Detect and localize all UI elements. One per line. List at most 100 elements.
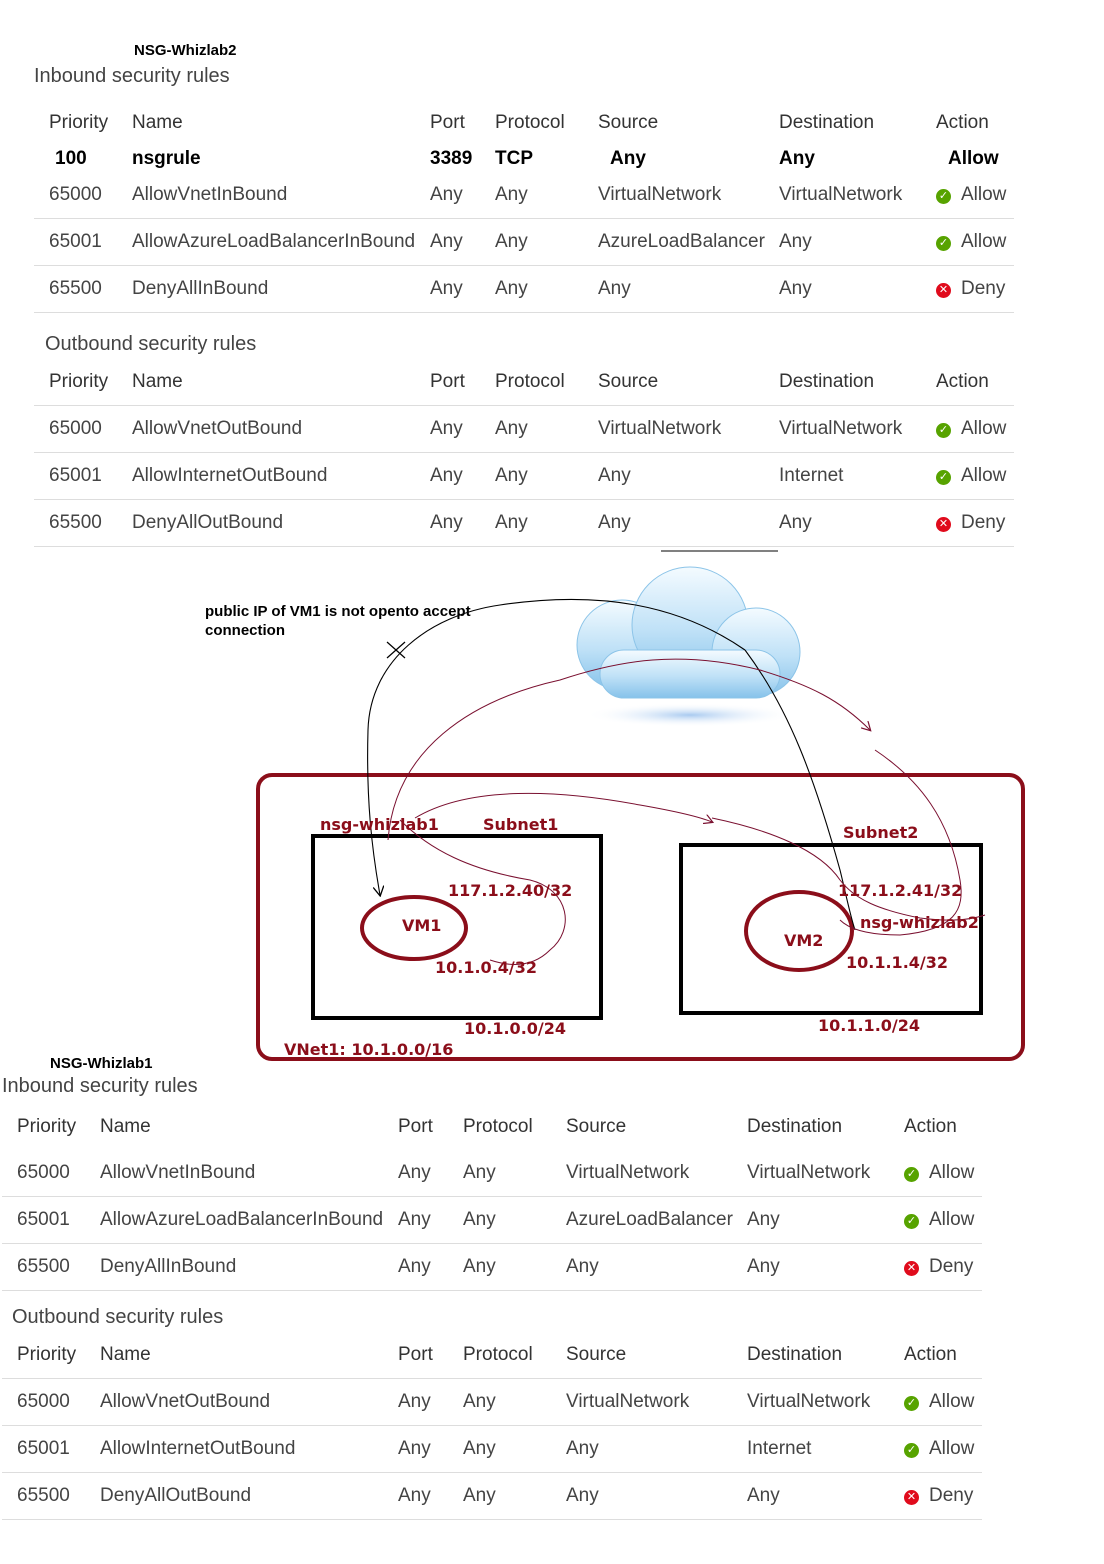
- rule-port: Any: [398, 1196, 463, 1244]
- rule-priority: 65001: [2, 1425, 100, 1473]
- check-circle-icon: ✓: [904, 1214, 919, 1229]
- rule-source: VirtualNetwork: [598, 405, 779, 453]
- subnet2-cidr: 10.1.1.0/24: [818, 1016, 921, 1035]
- bottom-inbound-title: Inbound security rules: [2, 1075, 198, 1097]
- rule-priority: 65001: [34, 452, 132, 500]
- col-protocol: Protocol: [463, 1116, 533, 1137]
- rule-action: ✓ Allow: [936, 172, 1014, 219]
- blocked-x-icon: [386, 641, 406, 659]
- table-row[interactable]: 65500 DenyAllOutBound Any Any Any Any ✕ Deny: [2, 1472, 982, 1520]
- check-circle-icon: ✓: [936, 423, 951, 438]
- nsg1-label: nsg-whizlab1: [320, 815, 439, 834]
- table-row[interactable]: 65000 AllowVnetOutBound Any Any VirtualNetwo…: [34, 405, 1014, 453]
- action-label: Deny: [929, 1485, 974, 1506]
- action-label: Allow: [961, 418, 1007, 439]
- vm1-public-ip: 117.1.2.40/32: [448, 881, 573, 900]
- rule-source: AzureLoadBalancer: [598, 218, 779, 266]
- action-label: Allow: [929, 1391, 975, 1412]
- action-label: Allow: [929, 1209, 975, 1230]
- action-label: Deny: [961, 512, 1006, 533]
- vm2-label: VM2: [784, 931, 824, 950]
- table-header-row: Priority Name Port Protocol Source Desti…: [34, 359, 1014, 406]
- table-row[interactable]: 65000 AllowVnetOutBound Any Any VirtualNetwo…: [2, 1378, 982, 1426]
- col-priority: Priority: [17, 1116, 77, 1137]
- rule-protocol: Any: [495, 265, 598, 313]
- rule-name: AllowInternetOutBound: [100, 1425, 398, 1473]
- rule-source: VirtualNetwork: [566, 1150, 747, 1197]
- x-circle-icon: ✕: [936, 283, 951, 298]
- rule-destination: Any: [779, 499, 936, 547]
- table-row[interactable]: 65000 AllowVnetInBound Any Any VirtualNetwor…: [2, 1150, 982, 1197]
- rule-priority: 65001: [34, 218, 132, 266]
- rule-destination: VirtualNetwork: [747, 1150, 904, 1197]
- rule-name: DenyAllInBound: [100, 1243, 398, 1291]
- table-row[interactable]: 65001 AllowInternetOutBound Any Any Any Inter…: [34, 452, 1014, 500]
- vnet-label: VNet1: 10.1.0.0/16: [284, 1040, 454, 1059]
- rule-destination: VirtualNetwork: [779, 405, 936, 453]
- nsg2-label: nsg-whizlab2: [860, 913, 979, 932]
- rule-action: ✓ Allow: [936, 218, 1014, 266]
- table-row[interactable]: 65500 DenyAllOutBound Any Any Any Any ✕ Deny: [34, 499, 1014, 547]
- top-outbound-table: Priority Name Port Protocol Source Desti…: [34, 359, 1014, 547]
- check-circle-icon: ✓: [936, 470, 951, 485]
- top-inbound-table: Priority Name Port Protocol Source Desti…: [34, 100, 1014, 313]
- rule-destination: Any: [779, 218, 936, 266]
- action-label: Deny: [961, 278, 1006, 299]
- check-circle-icon: ✓: [904, 1443, 919, 1458]
- rule-source: Any: [598, 499, 779, 547]
- blocked-note: public IP of VM1 is not opento accept co…: [205, 603, 471, 639]
- table-header-row: Priority Name Port Protocol Source Desti…: [2, 1332, 982, 1379]
- rule-priority: 65001: [2, 1196, 100, 1244]
- rule-protocol: TCP: [495, 148, 533, 169]
- col-action: Action: [936, 112, 989, 133]
- col-destination: Destination: [747, 1332, 904, 1379]
- rule-name: DenyAllOutBound: [100, 1472, 398, 1520]
- col-name: Name: [132, 112, 183, 133]
- rule-name: nsgrule: [132, 148, 201, 169]
- table-row[interactable]: 65000 AllowVnetInBound Any Any VirtualNetwor…: [34, 172, 1014, 219]
- rule-protocol: Any: [495, 499, 598, 547]
- rule-port: Any: [430, 452, 495, 500]
- custom-rule-row[interactable]: 100 nsgrule 3389 TCP Any Any Allow: [34, 146, 1014, 172]
- rule-name: AllowVnetOutBound: [100, 1378, 398, 1426]
- check-circle-icon: ✓: [904, 1167, 919, 1182]
- col-port: Port: [398, 1332, 463, 1379]
- table-row[interactable]: 65500 DenyAllInBound Any Any Any Any ✕ Deny: [2, 1243, 982, 1291]
- cloud-icon: [576, 566, 801, 727]
- rule-protocol: Any: [495, 172, 598, 219]
- table-row[interactable]: 65001 AllowAzureLoadBalancerInBound Any Any…: [34, 218, 1014, 266]
- col-destination: Destination: [779, 112, 875, 133]
- col-source: Source: [598, 112, 659, 133]
- rule-port: Any: [430, 218, 495, 266]
- col-action: Action: [904, 1332, 982, 1379]
- vm1-label: VM1: [402, 916, 442, 935]
- rule-priority: 65000: [2, 1378, 100, 1426]
- x-circle-icon: ✕: [936, 517, 951, 532]
- rule-name: DenyAllInBound: [132, 265, 430, 313]
- rule-port: Any: [430, 405, 495, 453]
- col-protocol: Protocol: [495, 359, 598, 406]
- rule-action: ✓ Allow: [936, 452, 1014, 500]
- col-port: Port: [430, 359, 495, 406]
- action-label: Allow: [961, 184, 1007, 205]
- table-row[interactable]: 65001 AllowAzureLoadBalancerInBound Any Any…: [2, 1196, 982, 1244]
- rule-action: Allow: [948, 148, 999, 169]
- col-name: Name: [100, 1116, 151, 1137]
- col-protocol: Protocol: [495, 112, 565, 133]
- col-destination: Destination: [779, 359, 936, 406]
- rule-source: Any: [566, 1243, 747, 1291]
- rule-priority: 100: [55, 148, 87, 169]
- rule-protocol: Any: [495, 452, 598, 500]
- col-priority: Priority: [49, 112, 109, 133]
- top-outbound-title: Outbound security rules: [45, 333, 257, 355]
- col-protocol: Protocol: [463, 1332, 566, 1379]
- table-row[interactable]: 65001 AllowInternetOutBound Any Any Any Inter…: [2, 1425, 982, 1473]
- rule-destination: Any: [779, 265, 936, 313]
- nsg-whizlab1-title: NSG-Whizlab1: [50, 1055, 153, 1072]
- x-circle-icon: ✕: [904, 1490, 919, 1505]
- rule-priority: 65000: [34, 172, 132, 219]
- table-row[interactable]: 65500 DenyAllInBound Any Any Any Any ✕ Deny: [34, 265, 1014, 313]
- rule-priority: 65500: [34, 265, 132, 313]
- rule-action: ✕ Deny: [936, 499, 1014, 547]
- rule-destination: Internet: [779, 452, 936, 500]
